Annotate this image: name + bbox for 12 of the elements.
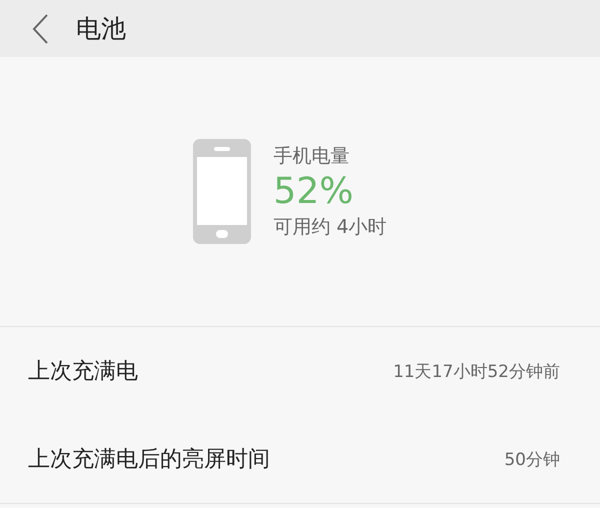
row-label: 上次充满电 <box>28 358 138 386</box>
settings-row[interactable]: 上次充满电后的亮屏时间 50分钟 <box>0 415 600 503</box>
row-value: 50分钟 <box>504 448 560 470</box>
row-label: 上次充满电后的亮屏时间 <box>28 446 270 474</box>
row-value: 11天17小时52分钟前 <box>393 360 560 382</box>
battery-percent: 52% <box>273 170 354 214</box>
settings-row[interactable]: 上次充满电 11天17小时52分钟前 <box>0 327 600 415</box>
back-icon[interactable] <box>32 14 48 44</box>
phone-icon <box>193 139 252 244</box>
battery-label: 手机电量 <box>273 144 350 169</box>
remaining-time: 可用约 4小时 <box>273 215 387 240</box>
page-title: 电池 <box>76 13 126 45</box>
